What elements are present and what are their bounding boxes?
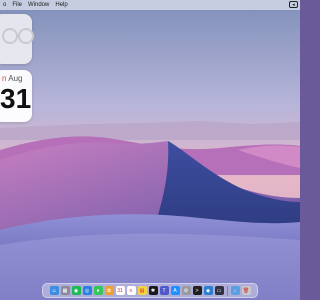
dock-separator	[226, 285, 228, 296]
menu-item-help[interactable]: Help	[52, 0, 70, 10]
terminal-icon[interactable]: >	[192, 286, 202, 295]
launchpad-icon[interactable]: ▦	[60, 286, 70, 295]
safari-icon[interactable]: ◎	[82, 286, 92, 295]
photos-icon[interactable]: ✿	[104, 286, 114, 295]
messages-icon[interactable]: ●	[93, 286, 103, 295]
menu-bar: o File Window Help ◂	[0, 0, 300, 10]
battery-ring-icon	[2, 28, 18, 44]
calendar-month-label: Aug	[8, 74, 23, 83]
calendar-icon[interactable]: 31	[115, 286, 125, 295]
battery-ring-icon	[18, 28, 34, 44]
reminders-icon[interactable]: ≡	[126, 286, 136, 295]
vscode-icon[interactable]: ◆	[203, 286, 213, 295]
downloads-icon[interactable]: ↓	[230, 286, 240, 295]
battery-widget[interactable]	[0, 14, 34, 64]
dock: ☺ ▦ ◉ ◎ ● ✿ 31 ≡ ▤ ✱ T A ⚙ > ◆ ▭ ↓ 🗑	[42, 283, 258, 298]
calendar-widget[interactable]: n Aug 31	[0, 70, 32, 122]
menu-item-window[interactable]: Window	[25, 0, 52, 10]
notes-icon[interactable]: ▤	[137, 286, 147, 295]
chatgpt-icon[interactable]: ✱	[148, 286, 158, 295]
calendar-month: n Aug	[2, 74, 22, 83]
spotify-icon[interactable]: ◉	[71, 286, 81, 295]
calendar-weekday: n	[2, 74, 7, 83]
status-menu-icon[interactable]: ◂	[289, 1, 298, 8]
trash-icon[interactable]: 🗑	[241, 286, 251, 295]
desktop-wallpaper	[0, 0, 300, 300]
app-store-icon[interactable]: A	[170, 286, 180, 295]
settings-icon[interactable]: ⚙	[181, 286, 191, 295]
finder-icon[interactable]: ☺	[49, 286, 59, 295]
screen-icon[interactable]: ▭	[214, 286, 224, 295]
menu-item-file[interactable]: File	[9, 0, 25, 10]
calendar-day: 31	[0, 83, 32, 114]
menu-item-app[interactable]: o	[0, 0, 9, 10]
teams-icon[interactable]: T	[159, 286, 169, 295]
